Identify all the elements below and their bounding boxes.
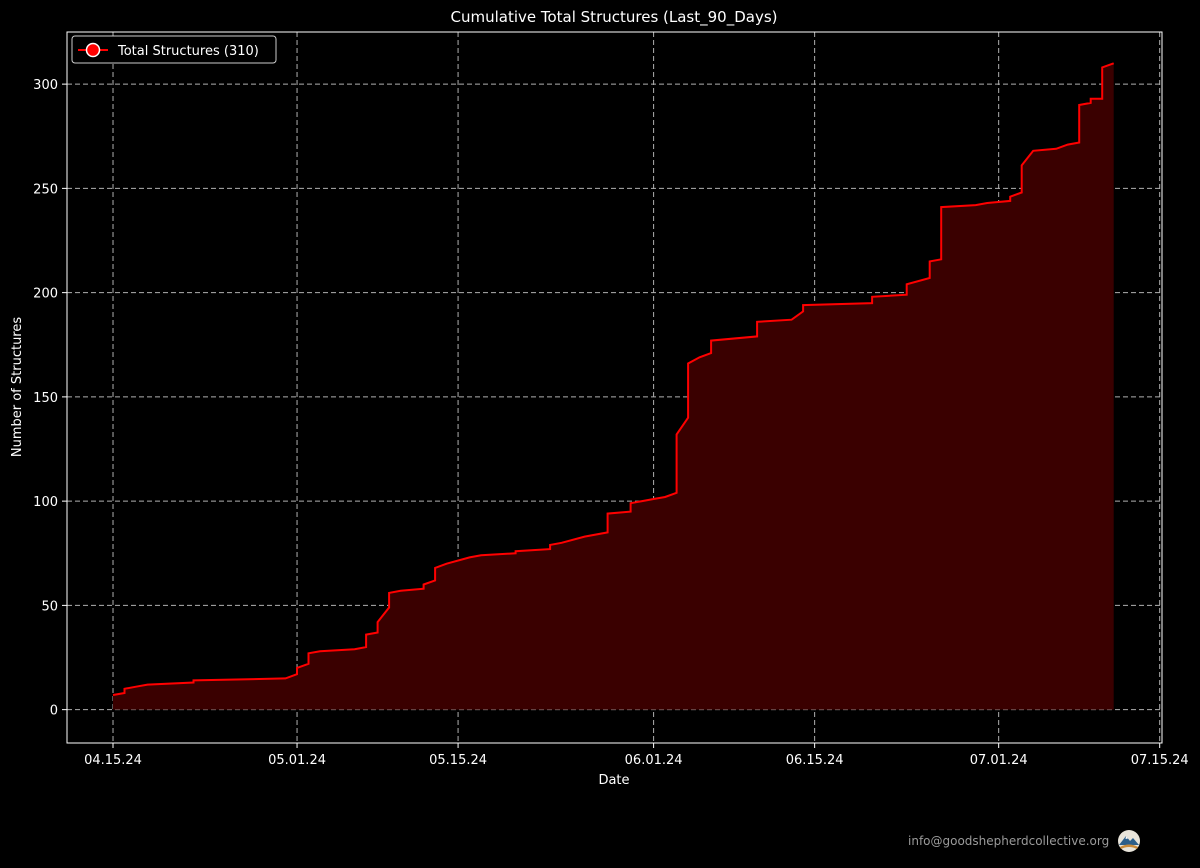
- y-tick-label: 50: [41, 599, 58, 614]
- y-tick-label: 250: [33, 182, 58, 197]
- y-tick-label: 300: [33, 78, 58, 93]
- chart: 04.15.24 05.01.24 05.15.24 06.01.24 06.15.24…: [0, 0, 1200, 868]
- y-axis-label: Number of Structures: [10, 317, 25, 457]
- mountain-globe-logo-icon: [1118, 830, 1140, 852]
- y-tick-label: 0: [50, 704, 58, 719]
- x-tick-label: 05.15.24: [429, 753, 487, 768]
- x-tick-label: 06.15.24: [786, 753, 844, 768]
- footer-email: info@goodshepherdcollective.org: [908, 834, 1110, 848]
- x-tick-label: 05.01.24: [268, 753, 326, 768]
- legend-label: Total Structures (310): [117, 44, 259, 59]
- x-tick-label: 06.01.24: [625, 753, 683, 768]
- x-axis-label: Date: [598, 773, 629, 788]
- y-tick-label: 150: [33, 391, 58, 406]
- chart-title: Cumulative Total Structures (Last_90_Day…: [450, 8, 777, 27]
- legend-marker-icon: [85, 42, 101, 58]
- y-tick-label: 100: [33, 495, 58, 510]
- x-tick-label: 07.15.24: [1131, 753, 1189, 768]
- legend: Total Structures (310): [71, 35, 277, 64]
- x-tick-label: 04.15.24: [84, 753, 142, 768]
- y-tick-label: 200: [33, 287, 58, 302]
- x-tick-label: 07.01.24: [970, 753, 1028, 768]
